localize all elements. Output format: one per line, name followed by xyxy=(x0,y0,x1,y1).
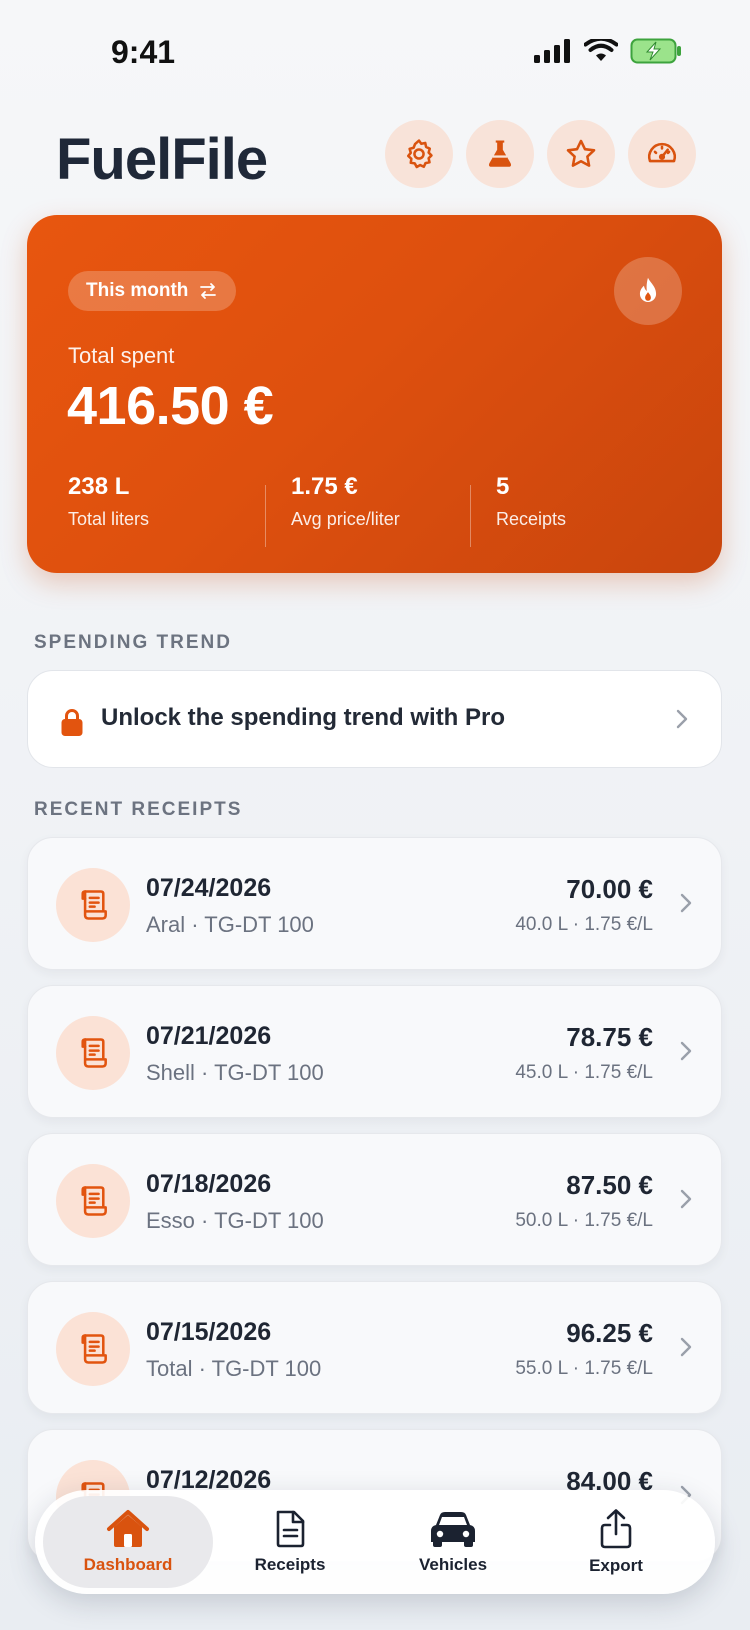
tab-receipts[interactable]: Receipts xyxy=(205,1496,375,1588)
car-icon xyxy=(431,1512,475,1547)
total-spent-value: 416.50 € xyxy=(67,376,274,436)
stat-value: 5 xyxy=(496,473,510,500)
gear-icon xyxy=(406,139,433,169)
tab-label: Export xyxy=(589,1556,643,1575)
receipt-amount: 78.75 € xyxy=(566,1022,653,1052)
chevron-right-icon xyxy=(680,1189,692,1209)
receipt-icon-badge xyxy=(56,868,130,942)
speedometer-button[interactable] xyxy=(628,120,696,188)
receipt-amount: 87.50 € xyxy=(566,1170,653,1200)
spending-trend-heading: SPENDING TREND xyxy=(34,632,232,653)
tab-bar: Dashboard Receipts Vehicles Export xyxy=(35,1490,715,1594)
receipt-item[interactable]: 07/15/2026 Total · TG-DT 100 96.25 € 55.… xyxy=(27,1281,722,1414)
stat-label: Avg price/liter xyxy=(291,509,400,529)
tab-label: Dashboard xyxy=(83,1555,173,1574)
receipt-volume: 55.0 L · 1.75 €/L xyxy=(515,1358,653,1379)
app-title: FuelFile xyxy=(56,127,268,192)
wifi-icon xyxy=(584,39,618,61)
settings-button[interactable] xyxy=(385,120,453,188)
tab-export[interactable]: Export xyxy=(531,1496,701,1588)
flame-icon xyxy=(639,277,657,302)
summary-card: This month Total spent 416.50 € 238 L To… xyxy=(27,215,722,573)
status-bar: 9:41 xyxy=(0,0,750,108)
header-buttons xyxy=(385,120,696,188)
receipt-item[interactable]: 07/24/2026 Aral · TG-DT 100 70.00 € 40.0… xyxy=(27,837,722,970)
chevron-right-icon xyxy=(680,1337,692,1357)
receipt-icon-badge xyxy=(56,1016,130,1090)
signal-icon xyxy=(534,39,570,63)
receipt-date: 07/15/2026 xyxy=(146,1318,272,1346)
document-icon xyxy=(276,1510,305,1548)
receipt-icon xyxy=(81,1334,107,1364)
period-toggle[interactable]: This month xyxy=(68,271,237,311)
stat-label: Total liters xyxy=(68,509,150,529)
favorites-button[interactable] xyxy=(547,120,615,188)
gauge-icon xyxy=(648,142,676,163)
receipt-icon-badge xyxy=(56,1312,130,1386)
receipt-station: Shell · TG-DT 100 xyxy=(146,1060,324,1085)
star-icon xyxy=(566,139,596,167)
recent-receipts-heading: RECENT RECEIPTS xyxy=(34,799,243,820)
stat-divider xyxy=(470,485,471,547)
receipt-item[interactable]: 07/18/2026 Esso · TG-DT 100 87.50 € 50.0… xyxy=(27,1133,722,1266)
receipt-date: 07/21/2026 xyxy=(146,1022,272,1050)
receipt-station: Esso · TG-DT 100 xyxy=(146,1208,324,1233)
stats-row: 238 L Total liters 1.75 € Avg price/lite… xyxy=(68,473,688,547)
receipt-volume: 40.0 L · 1.75 €/L xyxy=(515,914,653,935)
receipt-item[interactable]: 07/21/2026 Shell · TG-DT 100 78.75 € 45.… xyxy=(27,985,722,1118)
status-icons xyxy=(534,38,682,64)
period-label: This month xyxy=(86,280,189,301)
tab-label: Vehicles xyxy=(418,1555,488,1574)
unlock-pro-banner[interactable]: Unlock the spending trend with Pro xyxy=(27,670,722,768)
stat-value: 1.75 € xyxy=(291,473,358,500)
stat-divider xyxy=(265,485,266,547)
home-icon xyxy=(107,1510,149,1547)
lock-icon xyxy=(61,709,83,736)
receipt-icon-badge xyxy=(56,1164,130,1238)
receipt-station: Total · TG-DT 100 xyxy=(146,1356,322,1381)
receipt-date: 07/18/2026 xyxy=(146,1170,272,1198)
receipt-icon xyxy=(81,890,107,920)
receipt-date: 07/24/2026 xyxy=(146,874,272,902)
chevron-right-icon xyxy=(676,709,688,729)
receipt-volume: 45.0 L · 1.75 €/L xyxy=(515,1062,653,1083)
receipt-icon xyxy=(81,1186,107,1216)
receipt-amount: 70.00 € xyxy=(566,874,653,904)
tab-vehicles[interactable]: Vehicles xyxy=(368,1496,538,1588)
flame-badge xyxy=(614,257,682,325)
stat-label: Receipts xyxy=(496,509,567,529)
status-time: 9:41 xyxy=(111,34,176,70)
lab-button[interactable] xyxy=(466,120,534,188)
stat-value: 238 L xyxy=(68,473,130,500)
flask-icon xyxy=(488,140,512,167)
stat-total-liters: 238 L Total liters xyxy=(68,473,149,530)
header: FuelFile xyxy=(0,118,750,202)
receipt-station: Aral · TG-DT 100 xyxy=(146,912,314,937)
chevron-right-icon xyxy=(680,1041,692,1061)
swap-icon xyxy=(200,283,217,299)
receipt-volume: 50.0 L · 1.75 €/L xyxy=(515,1210,653,1231)
stat-avg-price: 1.75 € Avg price/liter xyxy=(291,473,400,530)
total-spent-label: Total spent xyxy=(68,343,175,368)
receipt-icon xyxy=(81,1038,107,1068)
chevron-right-icon xyxy=(680,893,692,913)
tab-label: Receipts xyxy=(254,1555,326,1574)
tab-dashboard[interactable]: Dashboard xyxy=(43,1496,213,1588)
receipt-amount: 96.25 € xyxy=(566,1318,653,1348)
stat-receipts: 5 Receipts xyxy=(496,473,566,530)
battery-icon xyxy=(630,38,681,64)
share-icon xyxy=(600,1509,632,1549)
unlock-pro-text: Unlock the spending trend with Pro xyxy=(101,704,506,731)
